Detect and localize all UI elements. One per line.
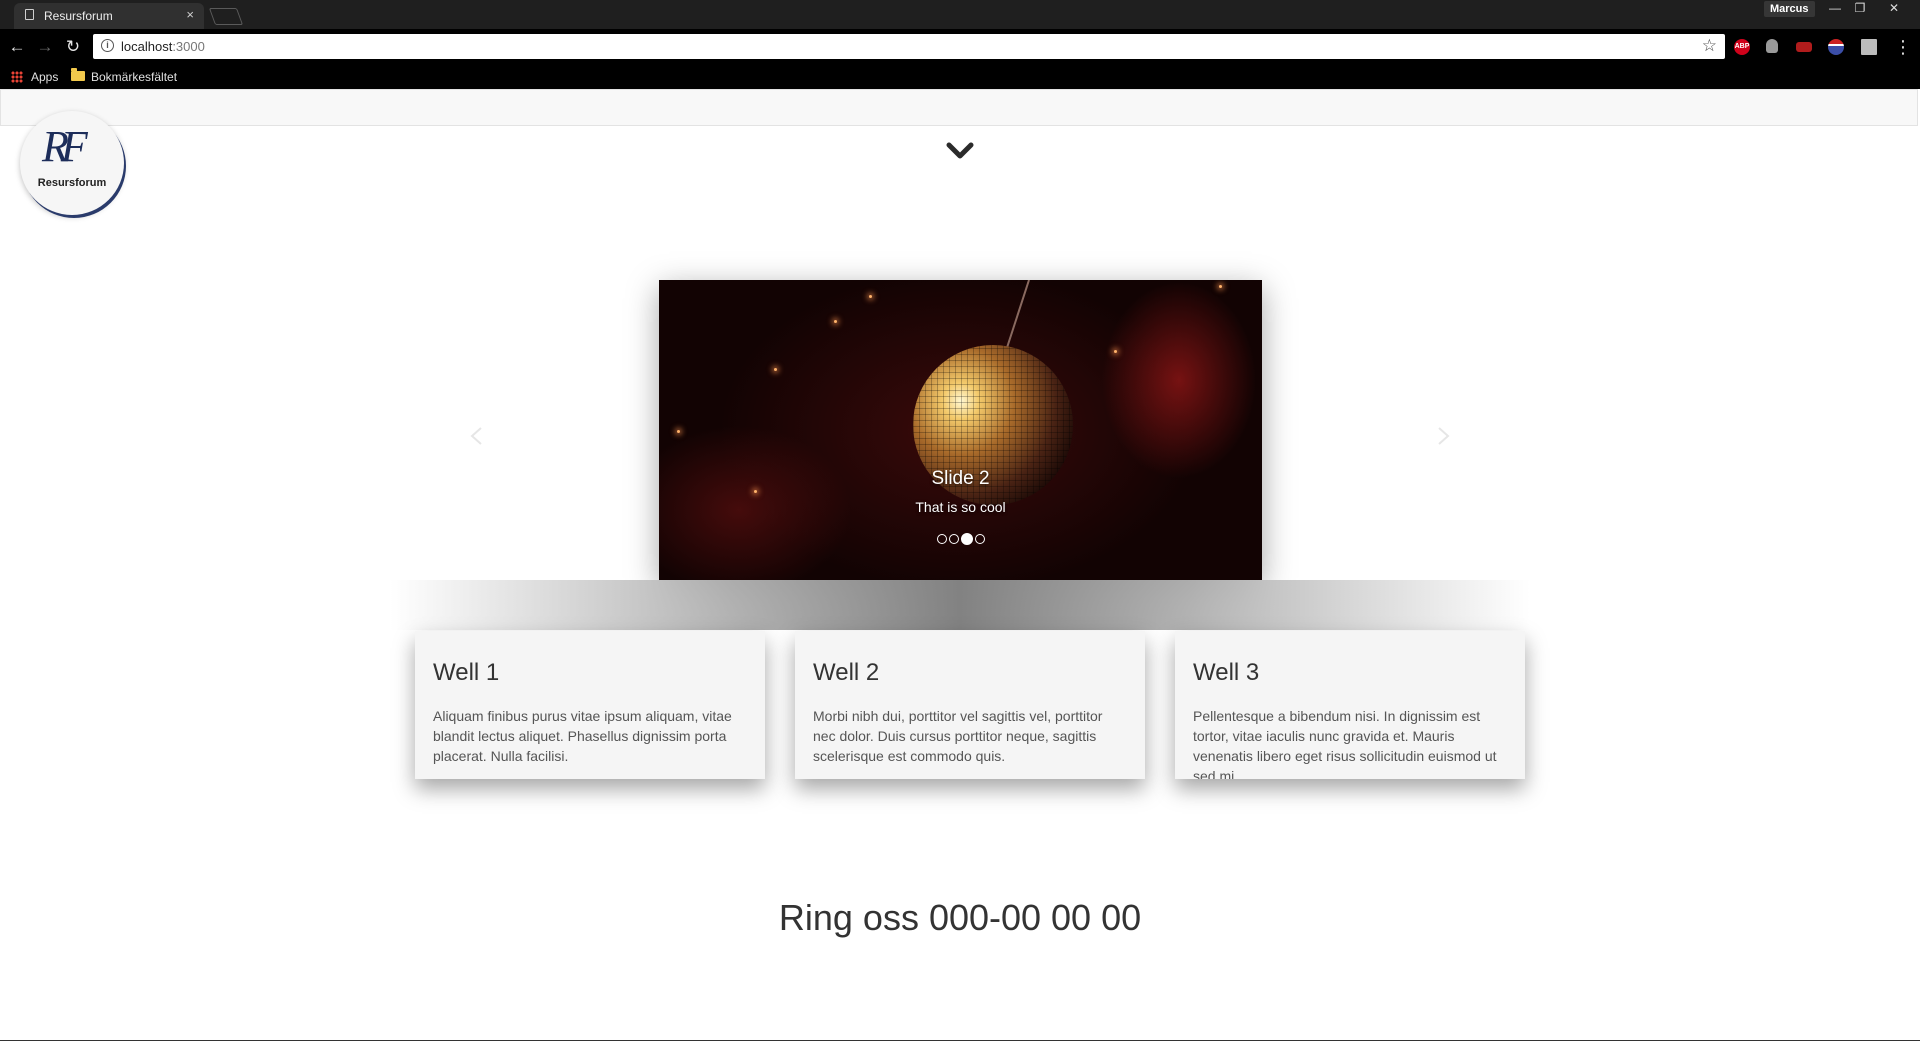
page-content: RF Resursforum Slide 2 That is so cool W… bbox=[0, 89, 1920, 1041]
logo-mark: RF bbox=[42, 122, 88, 171]
light-sparkle bbox=[1219, 285, 1222, 288]
phone-call-to-action: Ring oss 000-00 00 00 bbox=[778, 897, 1142, 938]
light-sparkle bbox=[834, 320, 837, 323]
restore-icon[interactable]: ❐ bbox=[1848, 0, 1872, 16]
carousel-next-icon[interactable] bbox=[1433, 426, 1453, 446]
minimize-icon[interactable]: — bbox=[1823, 0, 1847, 16]
site-logo[interactable]: RF Resursforum bbox=[20, 111, 124, 215]
well-title: Well 1 bbox=[433, 659, 500, 686]
carousel-prev-icon[interactable] bbox=[467, 426, 487, 446]
browser-titlebar: Resursforum × Marcus — ❐ ✕ bbox=[0, 0, 1920, 29]
well-card: Well 3 Pellentesque a bibendum nisi. In … bbox=[1175, 631, 1525, 779]
bookmarks-bar: Apps Bokmärkesfältet bbox=[0, 65, 1920, 89]
back-icon[interactable]: ← bbox=[6, 36, 28, 58]
shadow-divider bbox=[390, 580, 1530, 630]
site-navbar bbox=[0, 89, 1918, 126]
browser-toolbar: ← → ↻ i localhost:3000 ☆ ABP ⋮ bbox=[0, 29, 1920, 65]
reload-icon[interactable]: ↻ bbox=[62, 36, 84, 58]
close-window-icon[interactable]: ✕ bbox=[1882, 0, 1906, 16]
browser-tab[interactable]: Resursforum × bbox=[14, 3, 204, 29]
light-sparkle bbox=[754, 490, 757, 493]
slide-title: Slide 2 bbox=[931, 468, 990, 489]
document-icon bbox=[25, 9, 34, 20]
bookmark-apps[interactable]: Apps bbox=[31, 70, 58, 84]
carousel-indicator[interactable] bbox=[948, 534, 959, 544]
carousel-indicators bbox=[659, 533, 1262, 545]
tab-close-icon[interactable]: × bbox=[186, 7, 194, 22]
extension-red-icon[interactable] bbox=[1796, 42, 1812, 52]
well-text: Morbi nibh dui, porttitor vel sagittis v… bbox=[813, 708, 1103, 764]
light-sparkle bbox=[774, 368, 777, 371]
light-sparkle bbox=[677, 430, 680, 433]
image-carousel[interactable]: Slide 2 That is so cool bbox=[659, 280, 1262, 580]
carousel-indicator-active[interactable] bbox=[960, 533, 973, 545]
chevron-down-icon[interactable] bbox=[944, 139, 976, 163]
address-url[interactable]: localhost:3000 bbox=[121, 39, 205, 54]
well-card: Well 2 Morbi nibh dui, porttitor vel sag… bbox=[795, 631, 1145, 779]
well-title: Well 2 bbox=[813, 659, 880, 686]
light-sparkle bbox=[1114, 350, 1117, 353]
well-text: Pellentesque a bibendum nisi. In digniss… bbox=[1193, 708, 1497, 779]
well-text: Aliquam finibus purus vitae ipsum aliqua… bbox=[433, 708, 732, 764]
slide-caption: That is so cool bbox=[915, 499, 1006, 515]
logo-name: Resursforum bbox=[37, 177, 107, 189]
carousel-indicator[interactable] bbox=[974, 534, 985, 544]
light-sparkle bbox=[869, 295, 872, 298]
bookmark-folder[interactable]: Bokmärkesfältet bbox=[91, 70, 177, 84]
forward-icon[interactable]: → bbox=[34, 36, 56, 58]
apps-grid-icon[interactable] bbox=[11, 71, 23, 83]
tab-title: Resursforum bbox=[44, 9, 113, 23]
new-tab-button[interactable] bbox=[208, 8, 244, 25]
bookmark-star-icon[interactable]: ☆ bbox=[1702, 36, 1717, 56]
extension-flag-icon[interactable] bbox=[1828, 39, 1844, 55]
address-bar[interactable]: i localhost:3000 ☆ bbox=[93, 34, 1725, 59]
url-host: localhost bbox=[121, 39, 173, 54]
well-title: Well 3 bbox=[1193, 659, 1260, 686]
carousel-indicator[interactable] bbox=[936, 534, 947, 544]
lightbulb-icon[interactable] bbox=[1766, 39, 1778, 53]
well-card: Well 1 Aliquam finibus purus vitae ipsum… bbox=[415, 631, 765, 779]
folder-icon[interactable] bbox=[71, 68, 85, 81]
url-port: :3000 bbox=[172, 39, 205, 54]
browser-menu-icon[interactable]: ⋮ bbox=[1892, 36, 1914, 58]
profile-button[interactable]: Marcus bbox=[1764, 1, 1815, 17]
ball-string bbox=[1005, 280, 1030, 349]
extension-square-icon[interactable] bbox=[1861, 39, 1877, 55]
adblock-icon[interactable]: ABP bbox=[1734, 39, 1750, 55]
info-icon[interactable]: i bbox=[101, 39, 114, 52]
